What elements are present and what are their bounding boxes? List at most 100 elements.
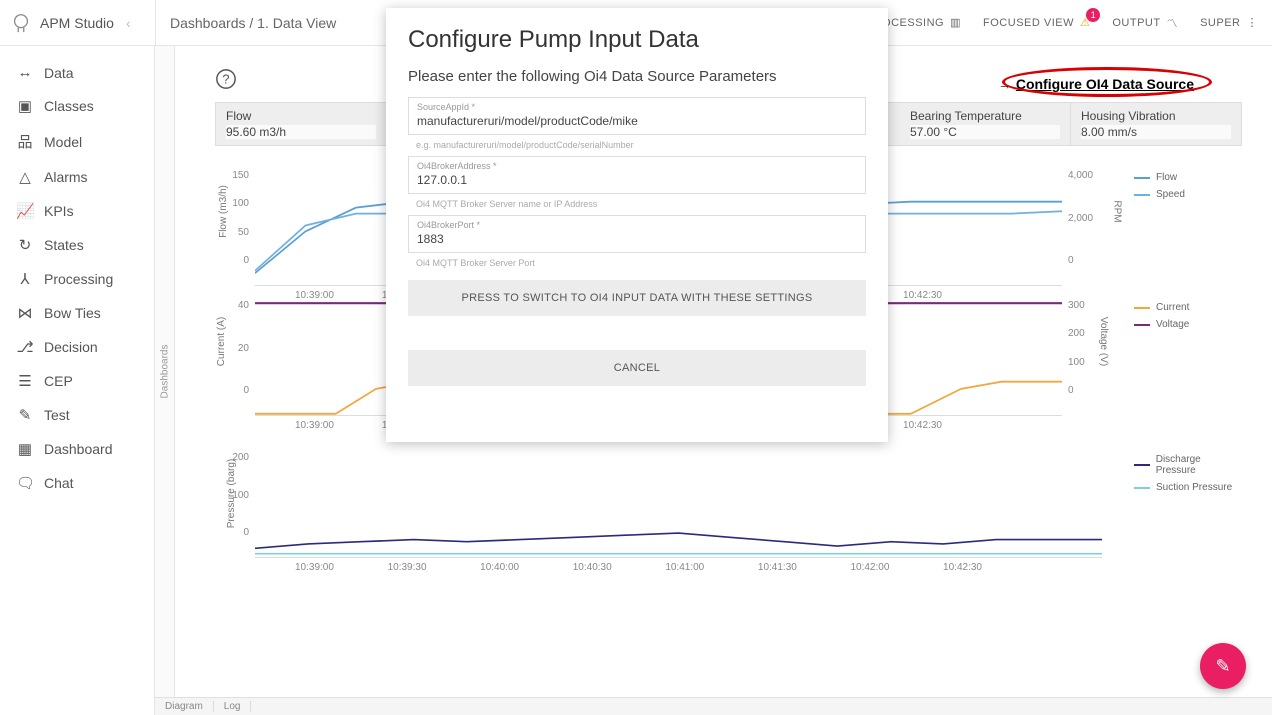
chart-icon: ▥ [950, 16, 961, 29]
field-hint: Oi4 MQTT Broker Server Port [408, 255, 866, 274]
field-hint: e.g. manufactureruri/model/productCode/s… [408, 137, 866, 156]
submit-button[interactable]: PRESS TO SWITCH TO OI4 INPUT DATA WITH T… [408, 280, 866, 316]
modal-subtitle: Please enter the following Oi4 Data Sour… [408, 68, 866, 85]
y-axis-right: RPM 4,000 2,000 0 [1062, 166, 1122, 286]
nav-label: States [44, 237, 84, 253]
sidebar-item-chat[interactable]: 🗨 Chat [0, 466, 154, 500]
cancel-button[interactable]: CANCEL [408, 350, 866, 386]
sidebar-item-decision[interactable]: ⎇Decision [0, 330, 154, 364]
legend-swatch [1134, 177, 1150, 179]
input-field[interactable]: Oi4BrokerPort *1883 [408, 215, 866, 253]
nav-label: Data [44, 65, 74, 81]
nav-icon: 📈 [16, 202, 34, 220]
brain-icon [10, 12, 32, 34]
input-field[interactable]: Oi4BrokerAddress *127.0.0.1 [408, 156, 866, 194]
nav-icon: ✎ [16, 406, 34, 424]
nav-icon: 品 [16, 131, 34, 152]
sidebar-item-test[interactable]: ✎Test [0, 398, 154, 432]
vertical-tab-label: Dashboards [159, 345, 170, 399]
y-axis-left: Pressure (barg) 200 100 0 [215, 448, 255, 558]
nav-label: Dashboard [44, 441, 113, 457]
arrow-right-icon: → [998, 76, 1012, 92]
edit-fab[interactable]: ✎ [1200, 643, 1246, 689]
super-label: SUPER [1200, 17, 1240, 29]
metric-label: Housing Vibration [1081, 109, 1231, 123]
legend: Discharge Pressure Suction Pressure [1122, 448, 1242, 558]
legend: Current Voltage [1122, 296, 1242, 416]
field-value: manufactureruri/model/productCode/mike [417, 114, 857, 128]
metric-housing-vibration: Housing Vibration 8.00 mm/s [1071, 103, 1241, 145]
nav-icon: ↔ [16, 64, 34, 81]
legend-item: Current [1134, 302, 1242, 313]
input-field[interactable]: SourceAppId * manufactureruri/model/produ… [408, 97, 866, 135]
sidebar-item-bow-ties[interactable]: ⋈ Bow Ties [0, 296, 154, 330]
bottom-tabs: Diagram Log [155, 697, 1272, 715]
sidebar-item-dashboard[interactable]: ▦ Dashboard [0, 432, 154, 466]
sidebar-item-kpis[interactable]: 📈 KPIs [0, 194, 154, 228]
y-axis-left: Flow (m3/h) 150 100 50 0 [215, 166, 255, 286]
warning-badge: 1 [1086, 8, 1100, 22]
legend-label: Flow [1156, 172, 1177, 183]
legend-label: Discharge Pressure [1156, 454, 1242, 476]
vertical-dashboards-tab[interactable]: Dashboards [155, 46, 175, 697]
brand-label: APM Studio [40, 15, 114, 31]
configure-oi4-link[interactable]: → Configure OI4 Data Source [998, 76, 1194, 92]
chart-pressure: Pressure (barg) 200 100 0 10:39:0010:39:… [215, 448, 1242, 558]
sidebar-item-processing[interactable]: ⅄ Processing [0, 262, 154, 296]
sidebar-item-data[interactable]: ↔ Data [0, 56, 154, 89]
nav-label: Classes [44, 98, 94, 114]
sidebar: ↔ Data ▣Classes 品 Model △Alarms 📈 KPIs ↻States ⅄ P… [0, 46, 155, 715]
nav-label: Decision [44, 339, 98, 355]
field-value: 127.0.0.1 [417, 173, 857, 187]
output-label: OUTPUT [1112, 17, 1160, 29]
nav-label: Processing [44, 271, 113, 287]
nav-label: KPIs [44, 203, 74, 219]
super-action[interactable]: SUPER ⋮ [1200, 16, 1258, 29]
sidebar-item-classes[interactable]: ▣Classes [0, 89, 154, 123]
focused-view-action[interactable]: FOCUSED VIEW ⚠ 1 [983, 16, 1090, 29]
nav-icon: ▦ [16, 440, 34, 458]
tab-diagram[interactable]: Diagram [155, 701, 214, 712]
legend-swatch [1134, 464, 1150, 466]
chevron-left-icon[interactable]: ‹ [126, 15, 131, 31]
y-axis-right: Voltage (V) 300 200 100 0 [1062, 296, 1122, 416]
legend: Flow Speed [1122, 166, 1242, 286]
metric-label: Bearing Temperature [910, 109, 1060, 123]
legend-swatch [1134, 307, 1150, 309]
more-icon[interactable]: ⋮ [1247, 16, 1259, 29]
nav-label: Chat [44, 475, 74, 491]
legend-label: Suction Pressure [1156, 482, 1232, 493]
nav-label: Bow Ties [44, 305, 101, 321]
metric-value: 57.00 °C [910, 125, 1060, 139]
legend-label: Current [1156, 302, 1189, 313]
brand[interactable]: APM Studio ‹ [0, 12, 155, 34]
sidebar-item-model[interactable]: 品 Model [0, 123, 154, 160]
nav-icon: ⋈ [16, 304, 34, 322]
sidebar-item-cep[interactable]: ☰CEP [0, 364, 154, 398]
output-action[interactable]: OUTPUT 〽 [1112, 15, 1178, 31]
field-value: 1883 [417, 232, 857, 246]
nav-icon: ⅄ [16, 270, 34, 288]
tab-log[interactable]: Log [214, 701, 252, 712]
svg-text:?: ? [222, 72, 229, 87]
warning-icon: ⚠ 1 [1080, 16, 1090, 29]
field-label: SourceAppId * [417, 102, 857, 112]
legend-swatch [1134, 194, 1150, 196]
metric-value: 8.00 mm/s [1081, 125, 1231, 139]
focused-label: FOCUSED VIEW [983, 17, 1074, 29]
nav-icon: 🗨 [16, 474, 34, 492]
nav-icon: ☰ [16, 372, 34, 390]
y-axis-left: Current (A) 40 20 0 [215, 296, 255, 416]
legend-swatch [1134, 487, 1150, 489]
modal-title: Configure Pump Input Data [408, 26, 866, 54]
metric-flow: Flow95.60 m3/h [216, 103, 387, 145]
legend-label: Speed [1156, 189, 1185, 200]
configure-pump-modal: Configure Pump Input Data Please enter t… [386, 8, 888, 442]
sidebar-item-states[interactable]: ↻States [0, 228, 154, 262]
plot-area: 10:39:0010:39:3010:40:0010:40:3010:41:00… [255, 448, 1102, 558]
sidebar-item-alarms[interactable]: △Alarms [0, 160, 154, 194]
nav-label: Model [44, 134, 82, 150]
field-hint: Oi4 MQTT Broker Server name or IP Addres… [408, 196, 866, 215]
legend-label: Voltage [1156, 319, 1189, 330]
legend-item: Speed [1134, 189, 1242, 200]
